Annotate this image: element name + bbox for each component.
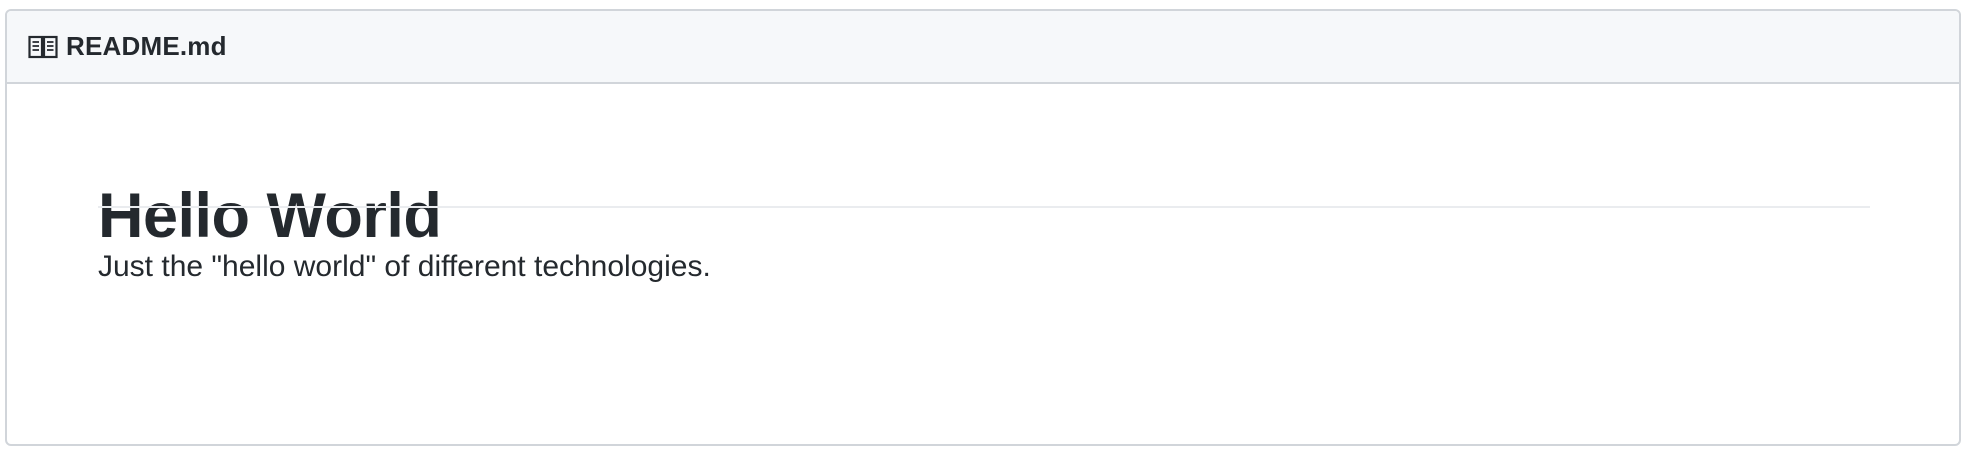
readme-body: Hello World	[7, 84, 1959, 248]
readme-filename: README.md	[66, 31, 227, 61]
page-title: Hello World	[98, 181, 442, 251]
title-divider	[98, 206, 1870, 208]
readme-description: Just the "hello world" of different tech…	[98, 250, 711, 283]
readme-container: README.md Hello World Just the "hello wo…	[5, 9, 1961, 446]
readme-header: README.md	[7, 11, 1959, 84]
book-icon	[28, 35, 58, 59]
